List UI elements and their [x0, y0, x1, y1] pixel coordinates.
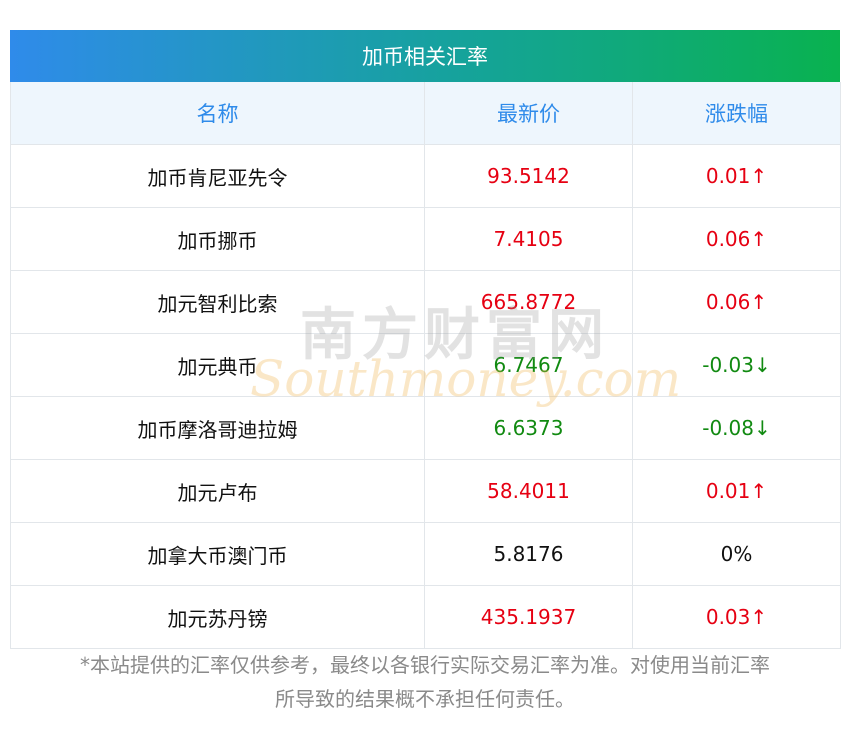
table-row[interactable]: 加币挪币 7.4105 0.06↑ — [10, 207, 841, 271]
column-header-price: 最新价 — [424, 82, 633, 145]
table-row[interactable]: 加币摩洛哥迪拉姆 6.6373 -0.08↓ — [10, 396, 841, 460]
latest-price: 6.6373 — [424, 396, 633, 460]
latest-price: 93.5142 — [424, 144, 633, 208]
latest-price: 58.4011 — [424, 459, 633, 523]
table-header-row: 名称 最新价 涨跌幅 — [10, 82, 841, 145]
disclaimer-line-1: *本站提供的汇率仅供参考，最终以各银行实际交易汇率为准。对使用当前汇率 — [80, 653, 770, 677]
currency-pair-name: 加元苏丹镑 — [10, 585, 425, 649]
rate-table: 名称 最新价 涨跌幅 加币肯尼亚先令 93.5142 0.01↑ 加币挪币 7.4105… — [10, 82, 841, 649]
rate-table-container: 加币相关汇率 名称 最新价 涨跌幅 加币肯尼亚先令 93.5142 0.01↑ 加币挪… — [10, 30, 841, 649]
column-header-change: 涨跌幅 — [632, 82, 841, 145]
currency-pair-name: 加币肯尼亚先令 — [10, 144, 425, 208]
table-title: 加币相关汇率 — [10, 30, 840, 82]
table-row[interactable]: 加元卢布 58.4011 0.01↑ — [10, 459, 841, 523]
table-row[interactable]: 加元智利比索 665.8772 0.06↑ — [10, 270, 841, 334]
change-percent: -0.03↓ — [632, 333, 841, 397]
change-percent: 0.03↑ — [632, 585, 841, 649]
table-row[interactable]: 加元苏丹镑 435.1937 0.03↑ — [10, 585, 841, 649]
currency-pair-name: 加元卢布 — [10, 459, 425, 523]
change-percent: 0.06↑ — [632, 207, 841, 271]
latest-price: 435.1937 — [424, 585, 633, 649]
currency-pair-name: 加元智利比索 — [10, 270, 425, 334]
disclaimer: *本站提供的汇率仅供参考，最终以各银行实际交易汇率为准。对使用当前汇率 所导致的… — [0, 648, 850, 716]
latest-price: 665.8772 — [424, 270, 633, 334]
currency-pair-name: 加币摩洛哥迪拉姆 — [10, 396, 425, 460]
latest-price: 7.4105 — [424, 207, 633, 271]
table-row[interactable]: 加元典币 6.7467 -0.03↓ — [10, 333, 841, 397]
column-header-name: 名称 — [10, 82, 425, 145]
disclaimer-line-2: 所导致的结果概不承担任何责任。 — [275, 687, 575, 711]
latest-price: 5.8176 — [424, 522, 633, 586]
change-percent: 0.01↑ — [632, 459, 841, 523]
latest-price: 6.7467 — [424, 333, 633, 397]
change-percent: 0.01↑ — [632, 144, 841, 208]
change-percent: 0% — [632, 522, 841, 586]
currency-pair-name: 加元典币 — [10, 333, 425, 397]
change-percent: 0.06↑ — [632, 270, 841, 334]
table-row[interactable]: 加拿大币澳门币 5.8176 0% — [10, 522, 841, 586]
change-percent: -0.08↓ — [632, 396, 841, 460]
currency-pair-name: 加币挪币 — [10, 207, 425, 271]
table-row[interactable]: 加币肯尼亚先令 93.5142 0.01↑ — [10, 144, 841, 208]
currency-pair-name: 加拿大币澳门币 — [10, 522, 425, 586]
